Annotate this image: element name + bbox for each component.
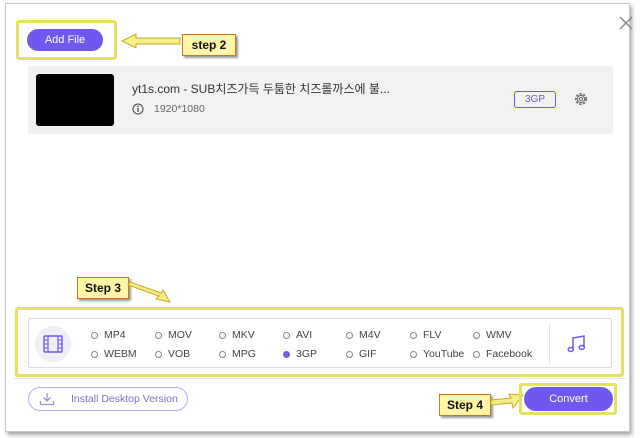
format-option-wmv[interactable]: WMV [473,329,512,341]
format-option-label: 3GP [296,348,318,360]
step3-arrow [127,282,172,303]
format-option-vob[interactable]: VOB [155,348,190,360]
install-desktop-label: Install Desktop Version [71,393,178,405]
convert-button[interactable]: Convert [524,387,613,411]
format-radio[interactable] [346,331,353,339]
format-option-label: M4V [359,329,381,341]
footer-divider [14,378,626,379]
file-resolution: 1920*1080 [154,103,205,115]
install-desktop-button[interactable]: Install Desktop Version [28,387,188,411]
format-panel: MP4 MOV MKV AVI M4V FLV WMV WEBM VOB MPG 3GP GIF You… [28,318,612,368]
format-radio[interactable] [473,350,480,358]
format-radio[interactable] [473,331,480,339]
file-list-item: yt1s.com - SUB치즈가득 두툼한 치즈롤까스에 불... 1920*… [28,66,613,134]
format-option-label: YouTube [423,348,465,360]
gear-icon[interactable] [573,91,589,107]
format-option-label: VOB [168,348,191,360]
video-thumbnail [36,74,114,126]
format-option-flv[interactable]: FLV [410,329,441,341]
format-option-label: MPG [232,348,256,360]
format-option-gif[interactable]: GIF [346,348,377,360]
format-radio[interactable] [155,331,162,339]
format-option-youtube[interactable]: YouTube [410,348,464,360]
step3-callout: Step 3 [77,277,129,299]
format-radio[interactable] [410,331,417,339]
format-option-label: GIF [359,348,377,360]
format-option-label: MKV [232,329,255,341]
format-radio[interactable] [91,331,98,339]
format-radio[interactable] [346,350,353,358]
format-option-facebook[interactable]: Facebook [473,348,532,360]
format-option-mpg[interactable]: MPG [219,348,256,360]
music-note-icon[interactable] [565,333,587,355]
video-format-tab[interactable] [35,326,71,362]
output-format-badge[interactable]: 3GP [514,91,556,108]
file-name: yt1s.com - SUB치즈가득 두툼한 치즈롤까스에 불... [132,82,390,96]
step4-callout: Step 4 [439,394,491,416]
format-radio[interactable] [91,350,98,358]
format-option-webm[interactable]: WEBM [91,348,137,360]
format-option-mp4[interactable]: MP4 [91,329,126,341]
film-icon [43,335,63,353]
format-option-label: AVI [296,329,313,341]
format-radio[interactable] [219,350,226,358]
info-icon[interactable] [132,103,144,115]
format-radio[interactable] [410,350,417,358]
add-file-button[interactable]: Add File [27,29,103,51]
format-option-m4v[interactable]: M4V [346,329,381,341]
format-option-label: Facebook [486,348,533,360]
format-option-label: FLV [423,329,442,341]
step2-arrow [120,33,181,49]
format-option-label: MOV [168,329,192,341]
panel-divider [549,323,550,365]
format-radio[interactable] [155,350,162,358]
format-option-avi[interactable]: AVI [283,329,312,341]
format-option-label: MP4 [104,329,126,341]
format-radio[interactable] [283,350,290,358]
close-icon[interactable] [617,14,635,32]
format-option-mov[interactable]: MOV [155,329,192,341]
format-radio[interactable] [283,331,290,339]
step2-callout: step 2 [182,34,236,56]
format-option-mkv[interactable]: MKV [219,329,255,341]
format-option-label: WEBM [104,348,137,360]
format-option-3gp[interactable]: 3GP [283,348,317,360]
download-icon [39,393,55,406]
format-radio[interactable] [219,331,226,339]
format-option-label: WMV [486,329,512,341]
